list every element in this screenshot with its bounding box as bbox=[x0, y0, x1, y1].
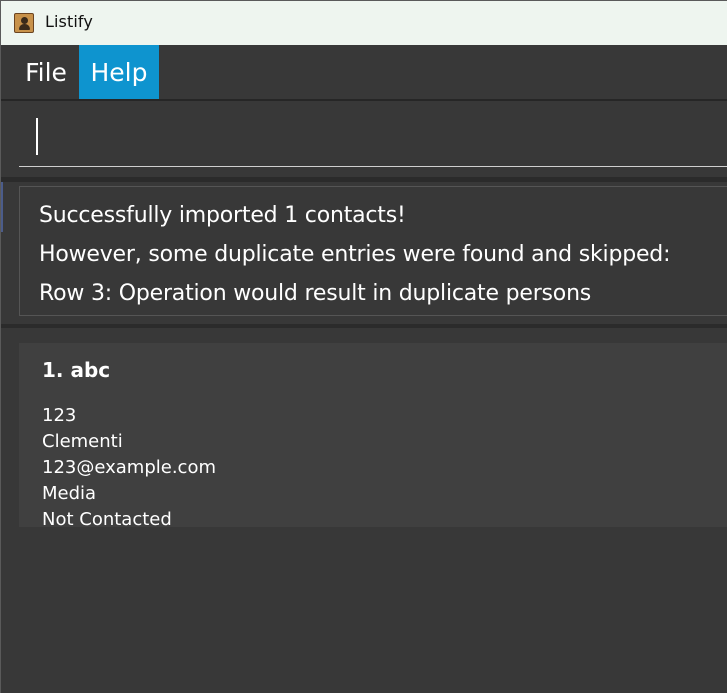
divider bbox=[1, 177, 727, 182]
window-title: Listify bbox=[45, 12, 93, 31]
person-phone: 123 bbox=[42, 405, 77, 426]
app-window: Listify File Help Successfully imported … bbox=[0, 0, 727, 693]
person-status: Not Contacted bbox=[42, 509, 172, 530]
person-list: 1. abc 123 Clementi 123@example.com Medi… bbox=[1, 328, 727, 693]
menu-bar: File Help bbox=[1, 45, 727, 99]
menu-file[interactable]: File bbox=[13, 45, 79, 99]
person-address: Clementi bbox=[42, 431, 123, 452]
menu-help[interactable]: Help bbox=[79, 45, 159, 99]
divider-accent bbox=[1, 182, 3, 232]
person-card[interactable]: 1. abc 123 Clementi 123@example.com Medi… bbox=[19, 343, 727, 530]
person-email: 123@example.com bbox=[42, 457, 216, 478]
command-box bbox=[1, 99, 727, 177]
command-input[interactable] bbox=[19, 113, 727, 167]
contact-book-icon bbox=[14, 13, 34, 33]
person-name: 1. abc bbox=[42, 358, 111, 382]
text-caret bbox=[36, 118, 38, 155]
result-display: Successfully imported 1 contacts! Howeve… bbox=[19, 186, 727, 316]
person-category: Media bbox=[42, 483, 97, 504]
result-line: However, some duplicate entries were fou… bbox=[39, 242, 671, 267]
result-line: Successfully imported 1 contacts! bbox=[39, 203, 406, 228]
result-line: Row 3: Operation would result in duplica… bbox=[39, 281, 592, 306]
title-bar: Listify bbox=[1, 1, 727, 45]
